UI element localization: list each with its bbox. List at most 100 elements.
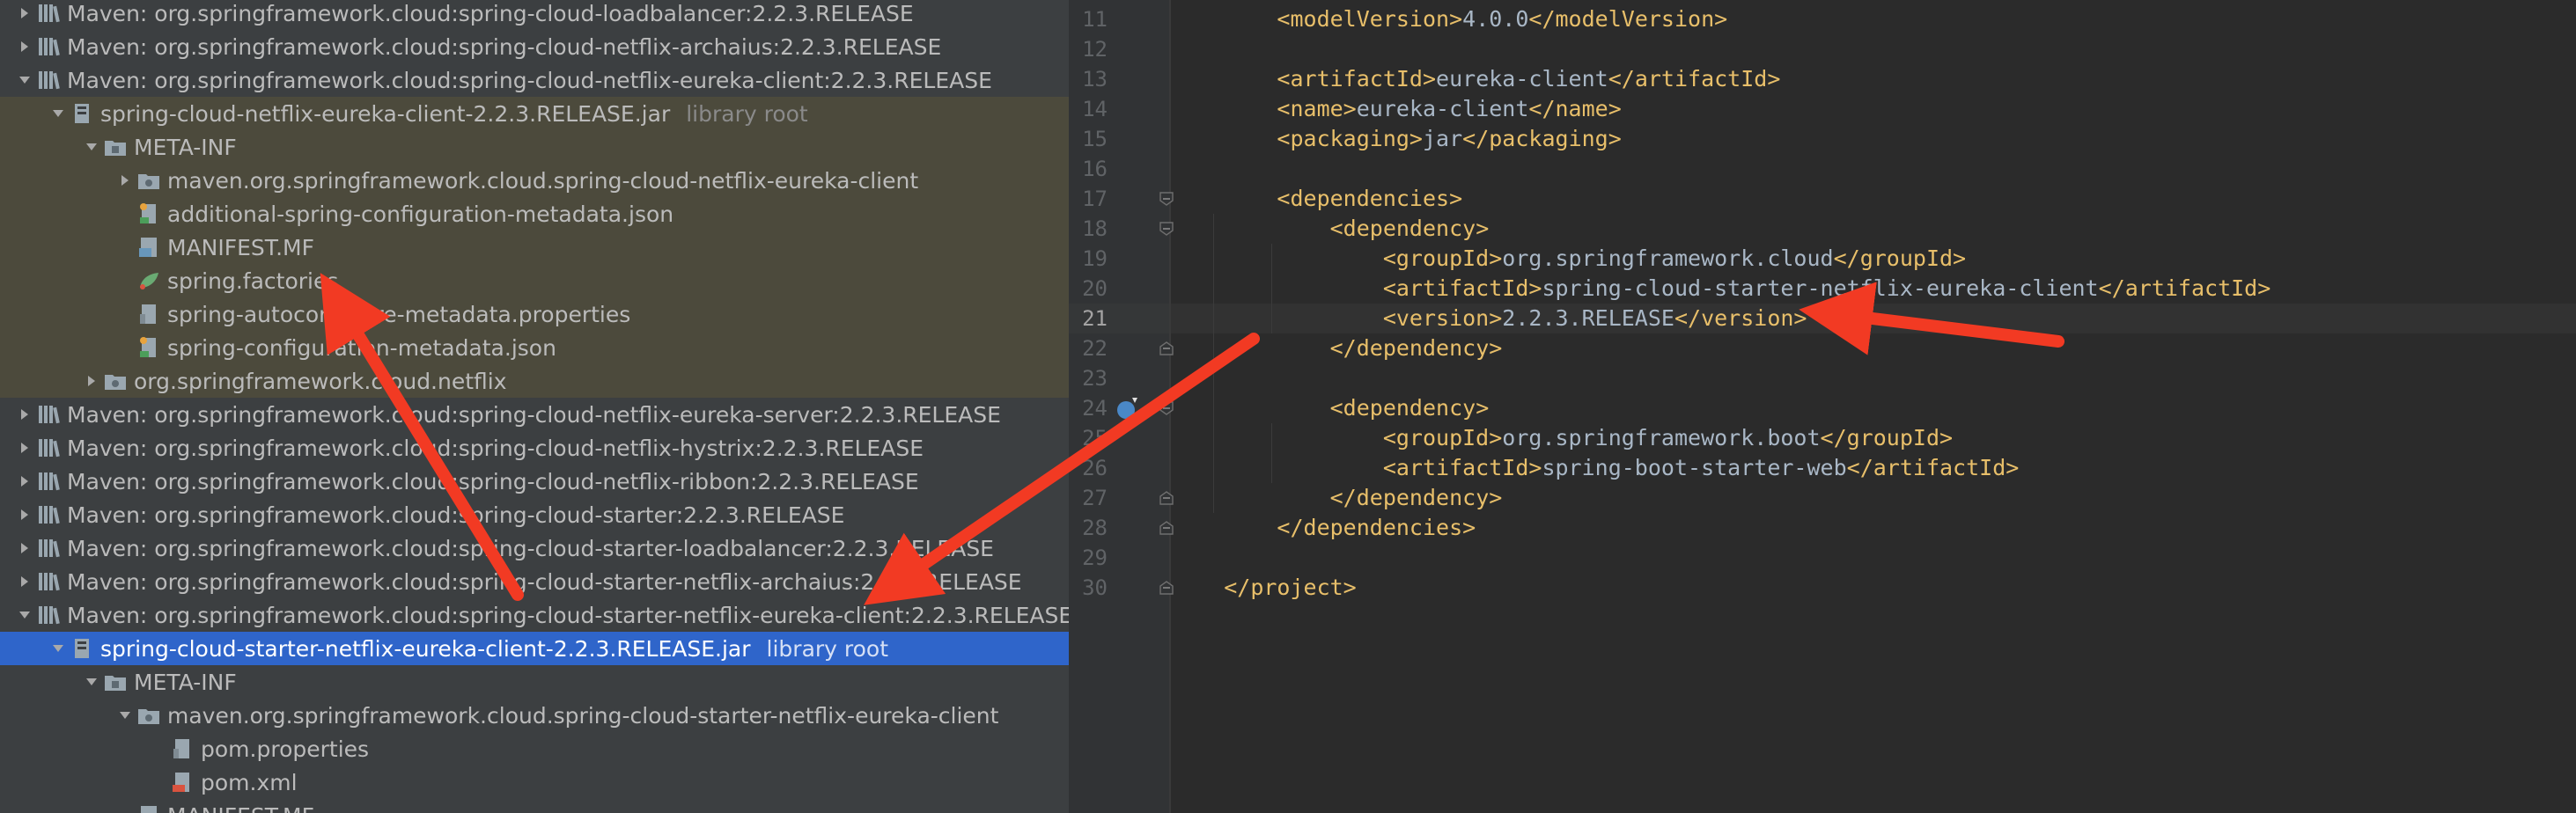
tree-node[interactable]: Maven: org.springframework.cloud:spring-… xyxy=(0,398,1069,431)
xml-tag: <groupId> xyxy=(1382,245,1503,271)
library-root-note: library root xyxy=(686,100,808,127)
tree-node-label: additional-spring-configuration-metadata… xyxy=(167,201,674,227)
xml-tag: </groupId> xyxy=(1820,425,1954,450)
tree-node[interactable]: pom.xml xyxy=(0,765,1069,799)
tree-node[interactable]: pom.properties xyxy=(0,732,1069,765)
tree-node[interactable]: Maven: org.springframework.cloud:spring-… xyxy=(0,0,1069,30)
code-line[interactable] xyxy=(1171,154,2576,184)
tree-node[interactable]: Maven: org.springframework.cloud:spring-… xyxy=(0,565,1069,598)
code-line[interactable]: <groupId>org.springframework.boot</group… xyxy=(1171,423,2576,453)
tree-node[interactable]: spring-configuration-metadata.json xyxy=(0,331,1069,364)
tree-node[interactable]: Maven: org.springframework.cloud:spring-… xyxy=(0,465,1069,498)
tree-node[interactable]: Maven: org.springframework.cloud:spring-… xyxy=(0,598,1069,632)
chevron-down-icon[interactable] xyxy=(48,632,69,665)
code-line[interactable]: <name>eureka-client</name> xyxy=(1171,94,2576,124)
code-line[interactable]: </project> xyxy=(1171,573,2576,603)
code-line[interactable]: <groupId>org.springframework.cloud</grou… xyxy=(1171,244,2576,274)
code-line[interactable] xyxy=(1171,34,2576,64)
chevron-right-icon[interactable] xyxy=(14,465,35,498)
chevron-down-icon[interactable] xyxy=(81,665,102,699)
tree-node[interactable]: Maven: org.springframework.cloud:spring-… xyxy=(0,498,1069,531)
tree-node[interactable]: MANIFEST.MF xyxy=(0,799,1069,813)
code-line[interactable] xyxy=(1171,543,2576,573)
chevron-right-icon[interactable] xyxy=(81,364,102,398)
chevron-right-icon[interactable] xyxy=(14,30,35,63)
xml-text: 2.2.3.RELEASE xyxy=(1502,305,1674,331)
tree-node-label: Maven: org.springframework.cloud:spring-… xyxy=(67,33,942,60)
tree-node[interactable]: Maven: org.springframework.cloud:spring-… xyxy=(0,30,1069,63)
xml-tag: <version> xyxy=(1382,305,1503,331)
tree-node-label: spring.factories xyxy=(167,267,339,294)
jar-icon xyxy=(69,632,95,665)
code-editor[interactable]: 11 12 13 14 15 16 17 18 19 20 21 22 23 24 25 26 27 28 29 30… xyxy=(1069,0,2576,813)
tree-node-label: Maven: org.springframework.cloud:spring-… xyxy=(67,0,914,26)
chevron-down-icon[interactable] xyxy=(48,97,69,130)
properties-icon xyxy=(136,297,162,331)
code-line[interactable]: <packaging>jar</packaging> xyxy=(1171,124,2576,154)
code-line[interactable]: <artifactId>spring-boot-starter-web</art… xyxy=(1171,453,2576,483)
line-number: 16 xyxy=(1082,157,1108,181)
line-number: 26 xyxy=(1082,456,1108,480)
tree-node[interactable]: spring-cloud-starter-netflix-eureka-clie… xyxy=(0,632,1069,665)
tree-node[interactable]: MANIFEST.MF xyxy=(0,231,1069,264)
project-tree-panel[interactable]: Maven: org.springframework.cloud:spring-… xyxy=(0,0,1069,813)
code-line[interactable]: <dependency> xyxy=(1171,393,2576,423)
code-line[interactable]: <dependencies> xyxy=(1171,184,2576,214)
library-icon xyxy=(35,0,62,30)
tree-node[interactable]: additional-spring-configuration-metadata… xyxy=(0,197,1069,231)
override-gutter-icon[interactable] xyxy=(1115,395,1141,421)
library-icon xyxy=(35,30,62,63)
xml-tag: </dependencies> xyxy=(1277,515,1476,540)
chevron-right-icon[interactable] xyxy=(14,531,35,565)
tree-node[interactable]: org.springframework.cloud.netflix xyxy=(0,364,1069,398)
library-icon xyxy=(35,498,62,531)
tree-node[interactable]: META-INF xyxy=(0,665,1069,699)
tree-node-label: Maven: org.springframework.cloud:spring-… xyxy=(67,401,1001,428)
chevron-down-icon[interactable] xyxy=(114,699,136,732)
code-line[interactable]: </dependency> xyxy=(1171,483,2576,513)
tree-node[interactable]: spring-cloud-netflix-eureka-client-2.2.3… xyxy=(0,97,1069,130)
chevron-right-icon[interactable] xyxy=(14,498,35,531)
code-line[interactable] xyxy=(1171,363,2576,393)
code-line[interactable]: <dependency> xyxy=(1171,214,2576,244)
line-number: 23 xyxy=(1082,366,1108,391)
tree-node[interactable]: spring-autoconfigure-metadata.properties xyxy=(0,297,1069,331)
chevron-right-icon[interactable] xyxy=(14,398,35,431)
tree-node-label: maven.org.springframework.cloud.spring-c… xyxy=(167,167,919,194)
library-icon xyxy=(35,398,62,431)
folder-icon xyxy=(102,130,129,164)
code-line[interactable]: <artifactId>eureka-client</artifactId> xyxy=(1171,64,2576,94)
chevron-down-icon[interactable] xyxy=(14,63,35,97)
xml-text xyxy=(1171,485,1330,510)
xml-text: eureka-client xyxy=(1356,96,1529,121)
tree-node[interactable]: maven.org.springframework.cloud.spring-c… xyxy=(0,164,1069,197)
xml-text xyxy=(1171,335,1330,361)
code-line[interactable]: </dependencies> xyxy=(1171,513,2576,543)
tree-node[interactable]: Maven: org.springframework.cloud:spring-… xyxy=(0,431,1069,465)
xml-text xyxy=(1171,126,1277,151)
xml-tag: <modelVersion> xyxy=(1277,6,1463,32)
chevron-right-icon[interactable] xyxy=(14,431,35,465)
code-line[interactable]: </dependency> xyxy=(1171,333,2576,363)
code-line[interactable]: <artifactId>spring-cloud-starter-netflix… xyxy=(1171,274,2576,304)
line-number: 13 xyxy=(1082,67,1108,92)
chevron-right-icon[interactable] xyxy=(14,565,35,598)
tree-node[interactable]: META-INF xyxy=(0,130,1069,164)
tree-node[interactable]: spring.factories xyxy=(0,264,1069,297)
library-icon xyxy=(35,531,62,565)
chevron-down-icon[interactable] xyxy=(14,598,35,632)
chevron-down-icon[interactable] xyxy=(81,130,102,164)
tree-node[interactable]: maven.org.springframework.cloud.spring-c… xyxy=(0,699,1069,732)
tree-node[interactable]: Maven: org.springframework.cloud:spring-… xyxy=(0,531,1069,565)
code-line[interactable]: <modelVersion>4.0.0</modelVersion> xyxy=(1171,4,2576,34)
chevron-right-icon[interactable] xyxy=(14,0,35,30)
line-number: 28 xyxy=(1082,516,1108,540)
tree-node[interactable]: Maven: org.springframework.cloud:spring-… xyxy=(0,63,1069,97)
chevron-right-icon[interactable] xyxy=(114,164,136,197)
code-line[interactable]: <version>2.2.3.RELEASE</version> xyxy=(1171,304,2576,333)
xml-tag: <artifactId> xyxy=(1277,66,1437,92)
